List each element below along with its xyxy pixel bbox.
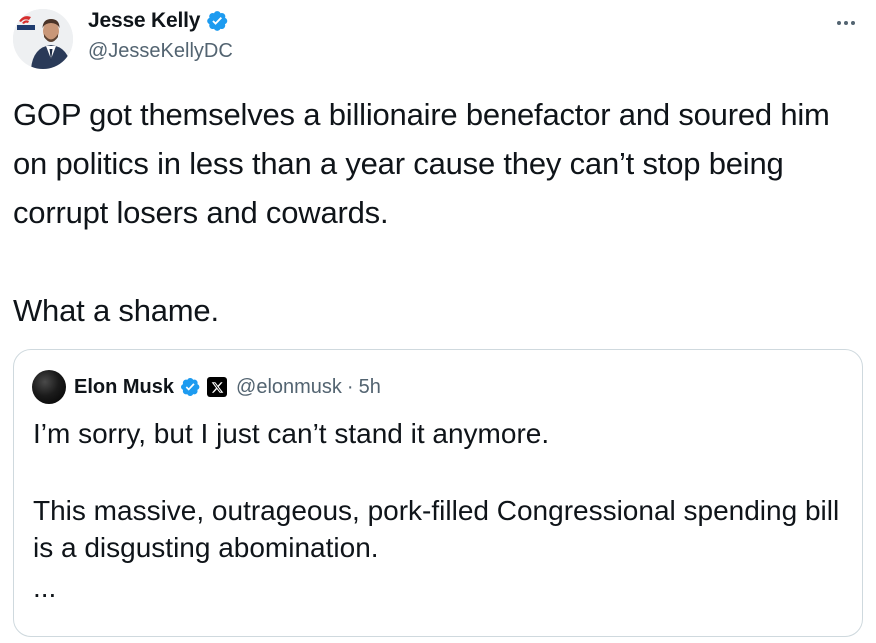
author-handle[interactable]: @JesseKellyDC bbox=[88, 40, 233, 63]
verified-badge-icon[interactable] bbox=[179, 376, 201, 398]
more-horizontal-icon bbox=[837, 21, 841, 25]
more-horizontal-icon-dot bbox=[851, 21, 855, 25]
quoted-author-handle[interactable]: @elonmusk bbox=[236, 376, 342, 399]
quoted-tweet-header: Elon Musk @elonmusk · 5h bbox=[32, 370, 381, 404]
author-display-name[interactable]: Jesse Kelly bbox=[88, 9, 200, 33]
tweet: Jesse Kelly @JesseKellyDC GOP got themse… bbox=[0, 0, 876, 643]
author-avatar[interactable] bbox=[13, 9, 73, 69]
tweet-text-paragraph: GOP got themselves a billionaire benefac… bbox=[13, 97, 830, 230]
quoted-tweet-timestamp[interactable]: 5h bbox=[359, 376, 381, 399]
tweet-text: GOP got themselves a billionaire benefac… bbox=[13, 90, 863, 335]
quoted-text-paragraph: I’m sorry, but I just can’t stand it any… bbox=[33, 418, 550, 449]
quoted-tweet-card[interactable]: Elon Musk @elonmusk · 5h I’m sorry, but … bbox=[13, 349, 863, 637]
separator-dot: · bbox=[346, 375, 354, 398]
quoted-author-name[interactable]: Elon Musk bbox=[74, 376, 174, 399]
more-horizontal-icon-dot bbox=[844, 21, 848, 25]
quoted-tweet-text: I’m sorry, but I just can’t stand it any… bbox=[33, 415, 843, 610]
quoted-text-paragraph: This massive, outrageous, pork-filled Co… bbox=[33, 495, 840, 563]
author-name-row: Jesse Kelly bbox=[88, 9, 229, 33]
truncation-ellipsis: ... bbox=[33, 572, 57, 603]
verified-badge-icon[interactable] bbox=[205, 9, 229, 33]
tweet-text-paragraph: What a shame. bbox=[13, 293, 219, 328]
more-options-button[interactable] bbox=[826, 8, 866, 38]
x-logo-icon[interactable] bbox=[207, 377, 228, 397]
quoted-author-avatar[interactable] bbox=[32, 370, 66, 404]
